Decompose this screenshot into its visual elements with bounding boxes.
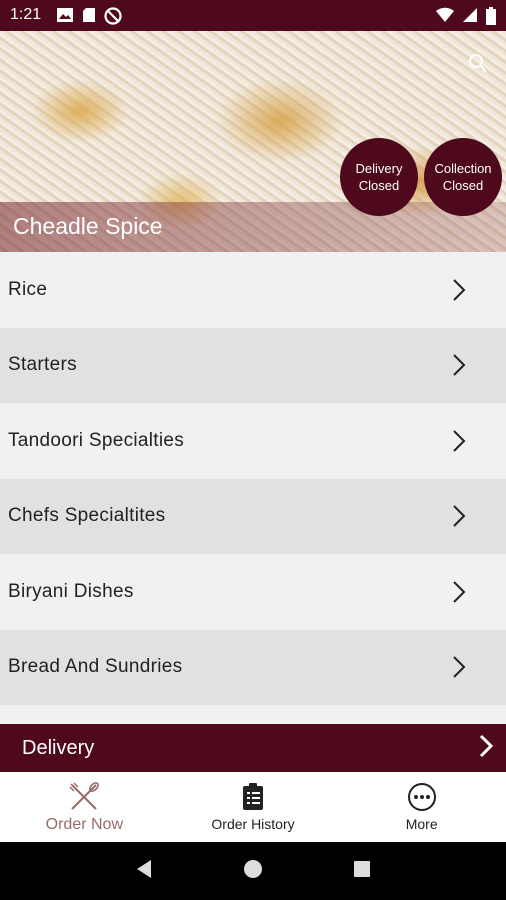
tab-label: Order Now [45, 816, 124, 833]
sd-card-icon [82, 7, 96, 30]
fork-knife-icon [68, 780, 100, 814]
chevron-right-icon [434, 577, 484, 607]
status-time: 1:21 [10, 6, 42, 23]
order-mode-label: Delivery [22, 736, 95, 759]
tab-order-now[interactable]: Order Now [0, 772, 169, 842]
search-icon[interactable] [468, 53, 488, 80]
battery-icon [486, 7, 496, 30]
gallery-notification-icon [56, 7, 74, 30]
delivery-status-line1: Delivery [355, 161, 403, 176]
menu-category-list: Rice Starters Tandoori Specialties Chefs… [0, 252, 506, 705]
tab-order-history[interactable]: Order History [169, 772, 338, 842]
category-row-biryani-dishes[interactable]: Biryani Dishes [0, 554, 506, 630]
status-bar: 1:21 [0, 0, 506, 31]
collection-status-badge: Collection Closed [424, 138, 502, 216]
tab-more[interactable]: More [337, 772, 506, 842]
category-row-chefs-specialtites[interactable]: Chefs Specialtites [0, 478, 506, 554]
wifi-icon [436, 7, 454, 30]
home-icon[interactable] [243, 859, 263, 884]
list-partial-row [0, 705, 506, 724]
restaurant-header-image: Cheadle Spice [0, 31, 506, 252]
chevron-right-icon [434, 652, 484, 682]
more-icon [407, 780, 437, 814]
tab-label: Order History [211, 816, 295, 832]
restaurant-name: Cheadle Spice [13, 213, 163, 239]
category-row-starters[interactable]: Starters [0, 327, 506, 403]
bottom-tab-bar: Order Now Order History More [0, 772, 506, 842]
collection-status-line2: Closed [442, 178, 484, 193]
category-row-bread-and-sundries[interactable]: Bread And Sundries [0, 629, 506, 705]
category-label: Tandoori Specialties [8, 429, 185, 451]
system-navigation-bar [0, 842, 506, 900]
signal-icon [462, 7, 478, 30]
delivery-status-line2: Closed [358, 178, 400, 193]
category-row-rice[interactable]: Rice [0, 252, 506, 328]
chevron-right-icon [434, 426, 484, 456]
back-icon[interactable] [135, 859, 153, 884]
do-not-disturb-icon [104, 7, 122, 30]
chevron-right-icon [478, 733, 494, 764]
category-row-tandoori-specialties[interactable]: Tandoori Specialties [0, 403, 506, 479]
tab-label: More [405, 816, 438, 832]
clipboard-icon [242, 780, 264, 814]
order-mode-bar[interactable]: Delivery [0, 724, 506, 772]
category-label: Chefs Specialtites [8, 505, 166, 527]
category-label: Biryani Dishes [8, 580, 134, 602]
collection-status-line1: Collection [434, 161, 492, 176]
category-label: Bread And Sundries [8, 656, 183, 678]
delivery-status-badge: Delivery Closed [340, 138, 418, 216]
category-label: Rice [8, 278, 48, 300]
recents-icon[interactable] [353, 860, 371, 883]
chevron-right-icon [434, 501, 484, 531]
category-label: Starters [8, 354, 77, 376]
chevron-right-icon [434, 275, 484, 305]
chevron-right-icon [434, 350, 484, 380]
